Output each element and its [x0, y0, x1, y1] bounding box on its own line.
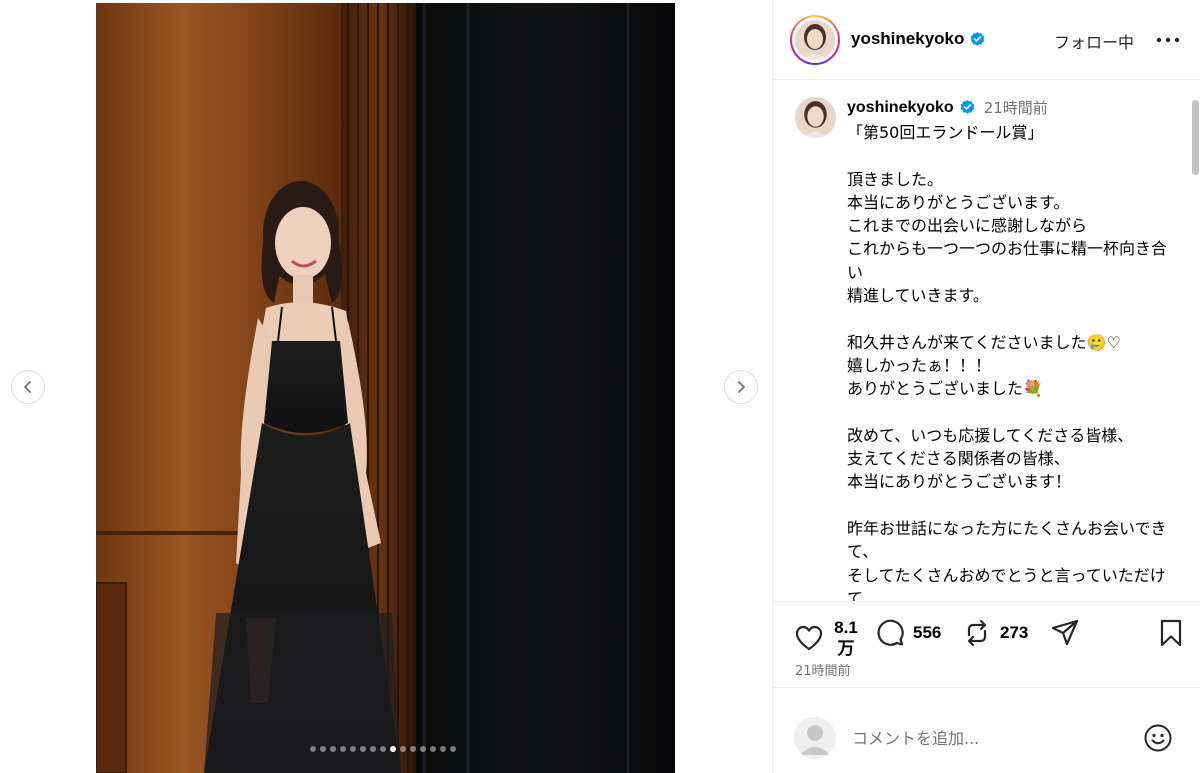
repost-icon — [967, 619, 987, 647]
pagination-dot — [410, 746, 416, 752]
pagination-dot — [380, 746, 386, 752]
like-button[interactable]: 8.1 万 — [793, 617, 860, 659]
pagination-dot-active — [390, 746, 396, 752]
comment-bar: コメントを追加... — [773, 687, 1200, 773]
caption-header: yoshinekyoko 21時間前 — [847, 97, 1048, 118]
repost-button[interactable]: 273 — [961, 617, 1028, 649]
emoji-button[interactable] — [1143, 723, 1173, 753]
caption-username[interactable]: yoshinekyoko — [847, 99, 954, 117]
pagination-dot — [360, 746, 366, 752]
caption-area: yoshinekyoko 21時間前 「第50回エランドール賞」 頂きました。 … — [773, 81, 1191, 601]
verified-badge-icon — [969, 31, 986, 48]
story-ring-avatar[interactable] — [790, 15, 840, 65]
pagination-dot — [430, 746, 436, 752]
pagination-dot — [450, 746, 456, 752]
pagination-dot — [440, 746, 446, 752]
pagination-dot — [310, 746, 316, 752]
caption-timestamp[interactable]: 21時間前 — [984, 97, 1048, 118]
pagination-dot — [330, 746, 336, 752]
avatar — [794, 717, 836, 759]
repost-count[interactable]: 273 — [1000, 623, 1028, 643]
pagination-dot — [320, 746, 326, 752]
bookmark-icon — [1160, 619, 1182, 647]
instagram-post-view: yoshinekyoko フォロー中 yoshinekyoko 21時間前 「第… — [0, 0, 1200, 773]
caption-scrollbar[interactable] — [1191, 90, 1199, 600]
paper-plane-icon — [1051, 619, 1079, 646]
pagination-dot — [370, 746, 376, 752]
next-photo-button[interactable] — [725, 371, 757, 403]
caption-avatar[interactable] — [795, 97, 836, 138]
more-dots-icon — [1156, 37, 1180, 43]
header-user: yoshinekyoko — [851, 29, 986, 49]
heart-icon — [795, 625, 823, 651]
pagination-dot — [400, 746, 406, 752]
post-header: yoshinekyoko フォロー中 — [773, 0, 1200, 80]
save-button[interactable] — [1155, 617, 1187, 649]
chevron-right-icon — [738, 381, 745, 393]
speech-bubble-icon — [877, 619, 904, 646]
smiley-icon — [1144, 724, 1172, 752]
more-options-button[interactable] — [1154, 28, 1182, 52]
scrollbar-thumb[interactable] — [1192, 100, 1199, 175]
photo-pagination-dots — [310, 746, 456, 752]
share-button[interactable] — [1049, 617, 1081, 649]
post-detail-panel: yoshinekyoko フォロー中 yoshinekyoko 21時間前 「第… — [772, 0, 1200, 773]
verified-badge-icon — [959, 99, 976, 116]
post-photo[interactable] — [96, 3, 675, 773]
pagination-dot — [420, 746, 426, 752]
pagination-dot — [340, 746, 346, 752]
comment-count[interactable]: 556 — [913, 623, 941, 643]
comment-input[interactable]: コメントを追加... — [852, 725, 1142, 749]
previous-photo-button[interactable] — [12, 371, 44, 403]
following-button[interactable]: フォロー中 — [1054, 29, 1134, 53]
caption-text: 「第50回エランドール賞」 頂きました。 本当にありがとうございます。 これまで… — [847, 123, 1168, 601]
comment-button[interactable]: 556 — [874, 617, 941, 649]
avatar — [795, 20, 835, 60]
post-timestamp[interactable]: 21時間前 — [795, 660, 851, 679]
chevron-left-icon — [24, 381, 31, 393]
action-bar: 8.1 万 556 273 21時間前 — [773, 601, 1200, 687]
like-count[interactable]: 8.1 万 — [832, 617, 860, 659]
post-photo-illustration — [96, 3, 675, 773]
media-area — [0, 0, 772, 773]
header-username[interactable]: yoshinekyoko — [851, 29, 964, 49]
pagination-dot — [350, 746, 356, 752]
